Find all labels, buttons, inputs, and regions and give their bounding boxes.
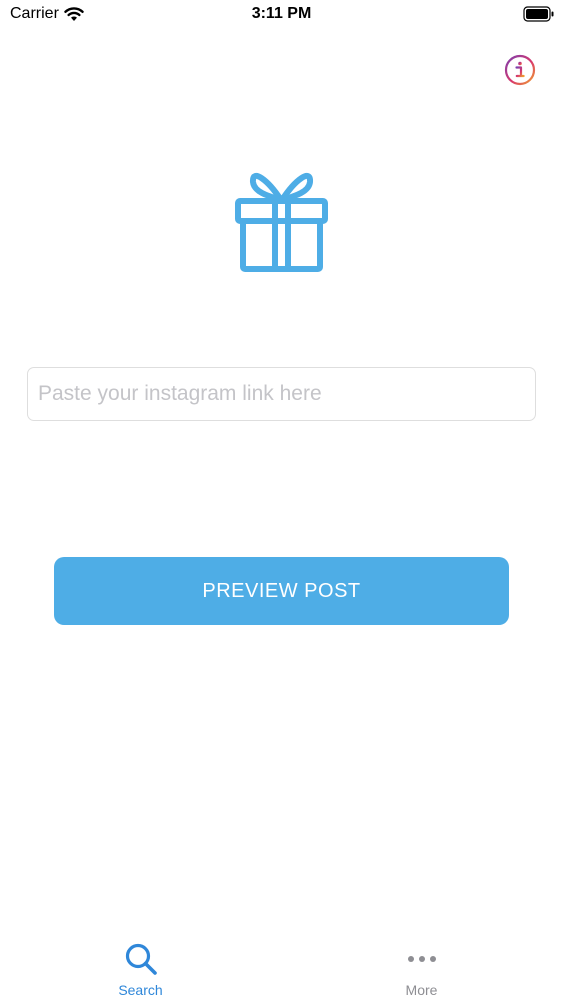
tab-search[interactable]: Search xyxy=(0,930,281,1000)
search-icon xyxy=(125,943,157,975)
preview-post-button[interactable]: PREVIEW POST xyxy=(54,557,509,625)
gift-icon xyxy=(235,173,328,272)
info-icon xyxy=(504,54,536,86)
status-time: 3:11 PM xyxy=(251,5,312,22)
more-icon xyxy=(407,956,436,962)
instagram-link-input[interactable] xyxy=(27,367,536,421)
tab-bar: Search More xyxy=(0,930,563,1000)
info-button[interactable] xyxy=(504,54,536,86)
status-bar: Carrier 3:11 PM xyxy=(0,0,563,30)
tab-more[interactable]: More xyxy=(281,930,562,1000)
tab-search-label: Search xyxy=(118,982,163,998)
battery-icon xyxy=(523,6,555,27)
tab-more-label: More xyxy=(405,982,438,998)
